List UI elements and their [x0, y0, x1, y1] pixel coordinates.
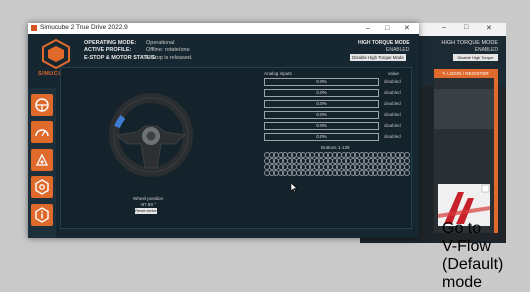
- bg-close-button[interactable]: ✕: [486, 24, 492, 32]
- analog-input-row: 0.0% disabled: [264, 133, 407, 141]
- active-profile-value: Offline: rotate/one: [146, 47, 190, 53]
- analog-input-status[interactable]: disabled: [384, 122, 401, 130]
- torque-mode-value: ENABLED: [386, 47, 410, 53]
- close-button[interactable]: ✕: [404, 23, 410, 34]
- analog-input-bar: 0.0%: [264, 89, 379, 97]
- button-indicator: [403, 170, 410, 176]
- estop-value: E-Stop is released.: [146, 55, 193, 61]
- analog-input-row: 0.0% disabled: [264, 122, 407, 130]
- mouse-cursor-icon: [291, 183, 298, 193]
- analog-input-status[interactable]: disabled: [384, 133, 401, 141]
- sidebar-item-info[interactable]: [31, 204, 53, 226]
- active-profile-label: ACTIVE PROFILE:: [84, 47, 132, 53]
- analog-input-bar: 0.0%: [264, 100, 379, 108]
- gauge-icon: [35, 129, 49, 137]
- buttons-label: Buttons 1-128: [321, 145, 350, 150]
- analog-input-status[interactable]: disabled: [384, 89, 401, 97]
- tuning-icon: [35, 153, 49, 166]
- button-indicator-grid: [264, 152, 410, 178]
- wheel-position-label: Wheel position: [133, 196, 164, 201]
- bg-scrollbar[interactable]: [494, 78, 498, 233]
- window-title: Simucube 2 True Drive 2022.9: [40, 24, 128, 31]
- analog-input-row: 0.0% disabled: [264, 78, 407, 86]
- wheel-icon: [35, 98, 49, 112]
- analog-input-row: 0.0% disabled: [264, 111, 407, 119]
- simucube-logo-icon: [42, 38, 70, 70]
- analog-input-status[interactable]: disabled: [384, 100, 401, 108]
- minimize-button[interactable]: –: [366, 23, 370, 34]
- bg-minimize-button[interactable]: –: [442, 24, 446, 31]
- sidebar: [28, 88, 56, 238]
- bg-login-label: LOGIN / REGISTER: [447, 71, 489, 76]
- analog-input-row: 0.0% disabled: [264, 100, 407, 108]
- operating-mode-label: OPERATING MODE:: [84, 40, 137, 46]
- analog-input-bar: 0.0%: [264, 122, 379, 130]
- sidebar-item-tuning[interactable]: [31, 149, 53, 171]
- sidebar-item-wheel[interactable]: [31, 94, 53, 116]
- torque-mode-button[interactable]: Disable High Torque Mode: [350, 54, 406, 61]
- bg-torque-mode-label: HIGH TORQUE MODE: [441, 40, 498, 46]
- title-bar[interactable]: Simucube 2 True Drive 2022.9 – □ ✕: [28, 23, 419, 34]
- analog-inputs-label: Analog inputs: [264, 71, 292, 76]
- wheel-position-value: -87.80 °: [140, 202, 157, 207]
- steering-wheel-icon[interactable]: [103, 92, 199, 178]
- bg-content-panel: ✎ LOGIN / REGISTER: [434, 69, 498, 233]
- reset-center-button[interactable]: Reset center: [135, 208, 157, 214]
- bg-login-link[interactable]: ✎ LOGIN / REGISTER: [442, 71, 489, 77]
- main-window[interactable]: Simucube 2 True Drive 2022.9 – □ ✕ SIMUC…: [28, 23, 419, 238]
- bg-firmware-button[interactable]: Go to V-Flow (Default) mode: [442, 220, 503, 291]
- operating-mode-value: Operational: [146, 40, 175, 46]
- analog-input-status[interactable]: disabled: [384, 78, 401, 86]
- torque-mode-label: HIGH TORQUE MODE: [358, 40, 410, 46]
- sidebar-item-settings[interactable]: [31, 176, 53, 198]
- gear-icon: [35, 179, 49, 195]
- value-column-header: value: [388, 71, 399, 76]
- analog-input-row: 0.0% disabled: [264, 89, 407, 97]
- app-icon: [31, 25, 37, 31]
- wheel-panel: Wheel position -87.80 ° Reset center Ana…: [60, 67, 412, 229]
- analog-input-status[interactable]: disabled: [384, 111, 401, 119]
- info-icon: [35, 207, 49, 223]
- bg-torque-mode-value: ENABLED: [474, 47, 498, 53]
- analog-input-bar: 0.0%: [264, 133, 379, 141]
- sidebar-item-gauge[interactable]: [31, 121, 53, 143]
- bg-torque-button[interactable]: Disable High Torque Mode: [453, 54, 498, 67]
- maximize-button[interactable]: □: [385, 23, 389, 34]
- bg-maximize-button[interactable]: □: [464, 24, 468, 31]
- bg-gray-block: [434, 89, 494, 129]
- analog-input-bar: 0.0%: [264, 111, 379, 119]
- analog-input-bar: 0.0%: [264, 78, 379, 86]
